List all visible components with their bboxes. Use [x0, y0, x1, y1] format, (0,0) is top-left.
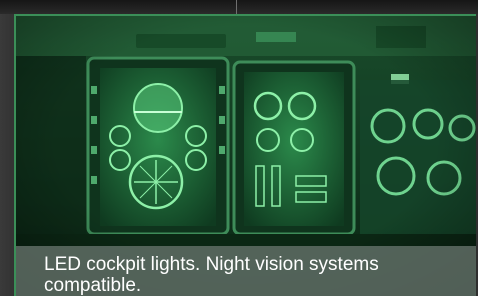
top-strip — [0, 0, 478, 14]
caption-text: LED cockpit lights. Night vision systems… — [44, 254, 379, 296]
caption-box: LED cockpit lights. Night vision systems… — [16, 246, 476, 296]
divider-line — [236, 0, 237, 14]
cockpit-photo: LED cockpit lights. Night vision systems… — [14, 14, 476, 296]
page: LED cockpit lights. Night vision systems… — [0, 0, 478, 296]
